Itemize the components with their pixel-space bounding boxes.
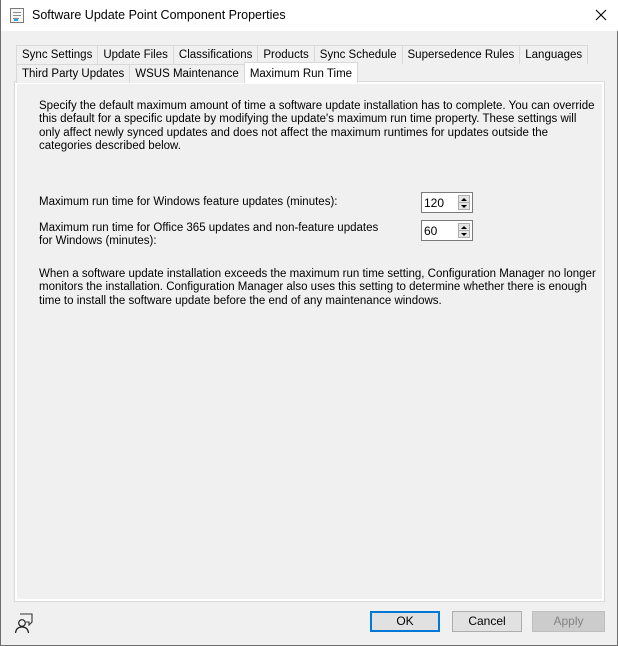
tab-row-2: Third Party Updates WSUS Maintenance Max… xyxy=(16,62,359,83)
title-bar: Software Update Point Component Properti… xyxy=(1,0,618,31)
user-feedback-button[interactable] xyxy=(13,612,37,634)
tab-third-party-updates[interactable]: Third Party Updates xyxy=(16,64,131,83)
tab-maximum-run-time[interactable]: Maximum Run Time xyxy=(243,62,359,83)
window-title: Software Update Point Component Properti… xyxy=(32,8,286,22)
user-feedback-icon xyxy=(14,613,33,634)
tab-languages[interactable]: Languages xyxy=(519,45,589,64)
ok-button[interactable]: OK xyxy=(370,611,440,632)
apply-button: Apply xyxy=(532,611,605,632)
arrow-up-icon xyxy=(461,226,467,229)
properties-dialog: Software Update Point Component Properti… xyxy=(0,0,618,646)
close-icon xyxy=(595,9,607,21)
close-button[interactable] xyxy=(589,6,613,26)
spinner-down-button[interactable] xyxy=(459,231,469,237)
arrow-down-icon xyxy=(461,205,467,208)
tab-panel-maximum-run-time: Specify the default maximum amount of ti… xyxy=(14,81,605,602)
cancel-button[interactable]: Cancel xyxy=(452,611,522,632)
feature-updates-runtime-value[interactable]: 120 xyxy=(424,196,444,210)
tab-sync-settings[interactable]: Sync Settings xyxy=(16,45,99,64)
intro-text: Specify the default maximum amount of ti… xyxy=(39,100,595,152)
arrow-up-icon xyxy=(461,198,467,201)
properties-window-icon xyxy=(10,8,24,23)
spinner-up-button[interactable] xyxy=(459,224,469,231)
office-updates-runtime-value[interactable]: 60 xyxy=(424,224,437,238)
feature-updates-runtime-spinner[interactable]: 120 xyxy=(421,192,473,213)
spinner-down-button[interactable] xyxy=(459,203,469,209)
tab-update-files[interactable]: Update Files xyxy=(97,45,174,64)
tab-wsus-maintenance[interactable]: WSUS Maintenance xyxy=(129,64,245,83)
spinner-up-button[interactable] xyxy=(459,196,469,203)
arrow-down-icon xyxy=(461,233,467,236)
office-updates-runtime-spinner[interactable]: 60 xyxy=(421,220,473,241)
tab-supersedence-rules[interactable]: Supersedence Rules xyxy=(401,45,521,64)
office-updates-label: Maximum run time for Office 365 updates … xyxy=(39,222,379,248)
feature-updates-label: Maximum run time for Windows feature upd… xyxy=(39,196,338,208)
run-time-note: When a software update installation exce… xyxy=(39,268,596,307)
